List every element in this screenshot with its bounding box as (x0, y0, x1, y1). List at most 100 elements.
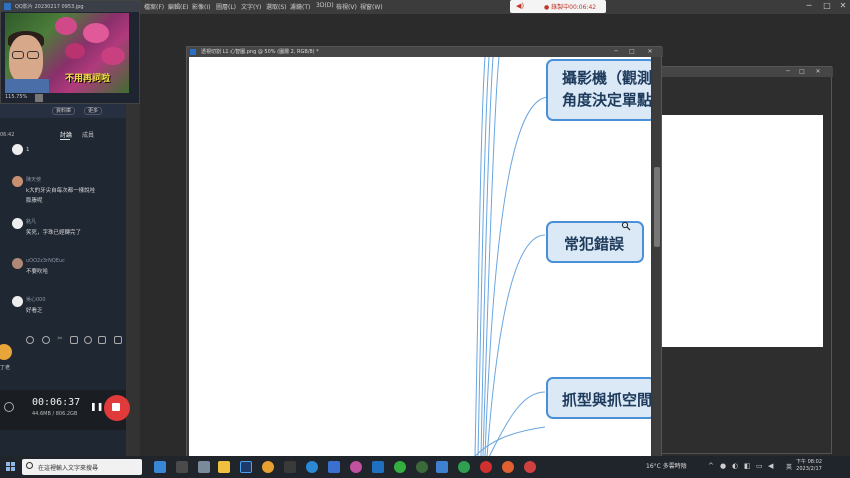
menu-view[interactable]: 檢視(V) (336, 2, 357, 11)
menu-3d[interactable]: 3D(D) (316, 2, 334, 9)
menu-type[interactable]: 文字(Y) (241, 2, 261, 11)
tray-icon[interactable]: ◧ (744, 462, 751, 470)
message-sender: 吳心000 (26, 297, 46, 303)
chat-toolbar: ✂ (26, 336, 124, 348)
zoom-cursor-icon (621, 221, 631, 231)
glasses (27, 51, 39, 59)
flower (55, 17, 77, 35)
stop-button[interactable] (104, 395, 130, 421)
more-icon[interactable] (114, 336, 122, 344)
maximize-icon[interactable]: □ (822, 1, 832, 11)
image-icon[interactable] (70, 336, 78, 344)
avatar (12, 144, 23, 155)
app-icon[interactable] (350, 461, 362, 473)
screen-icon[interactable] (98, 336, 106, 344)
node-text: 攝影機（觀測 (562, 69, 651, 87)
message-sender: uOO2z3rNQEuc (26, 258, 65, 264)
app-icon[interactable] (502, 461, 514, 473)
app-icon[interactable] (284, 461, 296, 473)
connector-line (484, 96, 550, 457)
message-text: 好看乏 (26, 308, 43, 314)
system-clock[interactable]: 下午 08:02 2023/2/17 (796, 459, 822, 473)
library-button[interactable]: 資料庫 (52, 107, 76, 115)
shirt (5, 79, 49, 93)
menu-file[interactable]: 檔案(F) (144, 2, 164, 11)
volume-icon[interactable]: ◀ (768, 462, 773, 470)
menu-layer[interactable]: 圖層(L) (216, 2, 236, 11)
message-sender: 銘凡 (26, 219, 37, 225)
scissors-icon[interactable]: ✂ (56, 336, 64, 344)
mini-icon[interactable] (35, 94, 43, 102)
avatar (12, 176, 23, 187)
line-icon[interactable] (394, 461, 406, 473)
avatar[interactable] (0, 344, 12, 360)
chat-message: 陳天使 k大的牙尖自每次都一樣說哇 膨脹呢 (12, 176, 122, 204)
app-icon[interactable] (328, 461, 340, 473)
node-text: 抓型與抓空間 (562, 391, 651, 409)
camera-icon[interactable] (4, 402, 14, 412)
record-icon[interactable] (480, 461, 492, 473)
emoji-icon[interactable] (42, 336, 50, 344)
mindmap-node[interactable]: 抓型與抓空間 (546, 377, 651, 419)
pause-button[interactable]: ❚❚ (90, 402, 103, 411)
wechat-icon[interactable] (458, 461, 470, 473)
clock-icon[interactable] (84, 336, 92, 344)
avatar (12, 218, 23, 229)
menu-select[interactable]: 選取(S) (266, 2, 287, 11)
more-button[interactable]: 更多 (84, 107, 103, 115)
edge-icon[interactable] (306, 461, 318, 473)
minimize-icon[interactable]: ─ (783, 67, 793, 77)
menu-image[interactable]: 影像(I) (192, 2, 210, 11)
chevron-up-icon[interactable]: ^ (708, 462, 714, 470)
chat-message: 1 (12, 144, 122, 155)
mail-icon[interactable] (154, 461, 166, 473)
tab-discussion[interactable]: 討論 (60, 130, 72, 139)
speaker-icon: ◀) (516, 2, 525, 10)
minimize-icon[interactable]: ─ (611, 47, 621, 57)
close-icon[interactable]: ✕ (838, 1, 848, 11)
message-text: 不要吹哈 (26, 269, 49, 275)
chat-message: 吳心000 好看乏 (12, 296, 122, 314)
close-icon[interactable]: ✕ (813, 67, 823, 77)
taskview-icon[interactable] (176, 461, 188, 473)
chrome-icon[interactable] (262, 461, 274, 473)
menu-window[interactable]: 視窗(W) (360, 2, 383, 11)
recording-indicator[interactable]: ◀) ● 錄製中00:06:42 (510, 0, 606, 13)
input-language[interactable]: 英 (786, 462, 792, 471)
photoshop-icon[interactable] (240, 461, 252, 473)
maximize-icon[interactable]: □ (797, 67, 807, 77)
scrollbar-thumb[interactable] (654, 167, 660, 247)
tray-icon[interactable]: ● (720, 462, 726, 470)
app-icon[interactable] (372, 461, 384, 473)
vertical-scrollbar[interactable] (653, 57, 661, 457)
tab-members[interactable]: 成員 (82, 130, 94, 139)
folder-icon[interactable] (218, 461, 230, 473)
menu-filter[interactable]: 濾鏡(T) (290, 2, 310, 11)
gear-icon[interactable] (26, 336, 34, 344)
mindmap-node[interactable]: 攝影機（觀測 角度決定單點 (546, 59, 651, 121)
app-icon[interactable] (524, 461, 536, 473)
screen-recorder-bar: 00:06:37 44.6MB / 806.2GB ❚❚ (0, 390, 130, 430)
message-sender: 陳天使 (26, 177, 42, 183)
recording-size: 44.6MB / 806.2GB (32, 411, 78, 417)
calculator-icon[interactable] (198, 461, 210, 473)
video-window-titlebar[interactable]: QQ影片 20230217 0953.jpg (1, 1, 141, 12)
document-title: 透視切割 L1 心智圖.png @ 50% (圖層 2, RGB/8) * (201, 49, 319, 55)
close-icon[interactable]: ✕ (645, 47, 655, 57)
chat-message: 銘凡 笑死，字珠已經轉完了 (12, 218, 122, 236)
glasses (12, 51, 24, 59)
network-icon[interactable]: ▭ (756, 462, 763, 470)
tray-icon[interactable]: ◐ (732, 462, 738, 470)
minimize-icon[interactable]: ─ (804, 1, 814, 11)
document-titlebar[interactable]: 透視切割 L1 心智圖.png @ 50% (圖層 2, RGB/8) * ─ … (187, 47, 663, 57)
maximize-icon[interactable]: □ (627, 47, 637, 57)
app-icon[interactable] (436, 461, 448, 473)
weather-widget[interactable]: 16°C 多雲時陰 (646, 461, 687, 470)
document-titlebar[interactable]: ─ □ ✕ (659, 67, 833, 77)
document-canvas[interactable]: 攝影機（觀測 角度決定單點 常犯錯誤 抓型與抓空間 (189, 57, 651, 457)
document-canvas[interactable] (661, 115, 823, 347)
app-icon[interactable] (416, 461, 428, 473)
windows-start-icon[interactable] (6, 462, 16, 472)
menu-edit[interactable]: 編輯(E) (168, 2, 188, 11)
taskbar-search[interactable]: 在這裡輸入文字來搜尋 (22, 459, 142, 475)
